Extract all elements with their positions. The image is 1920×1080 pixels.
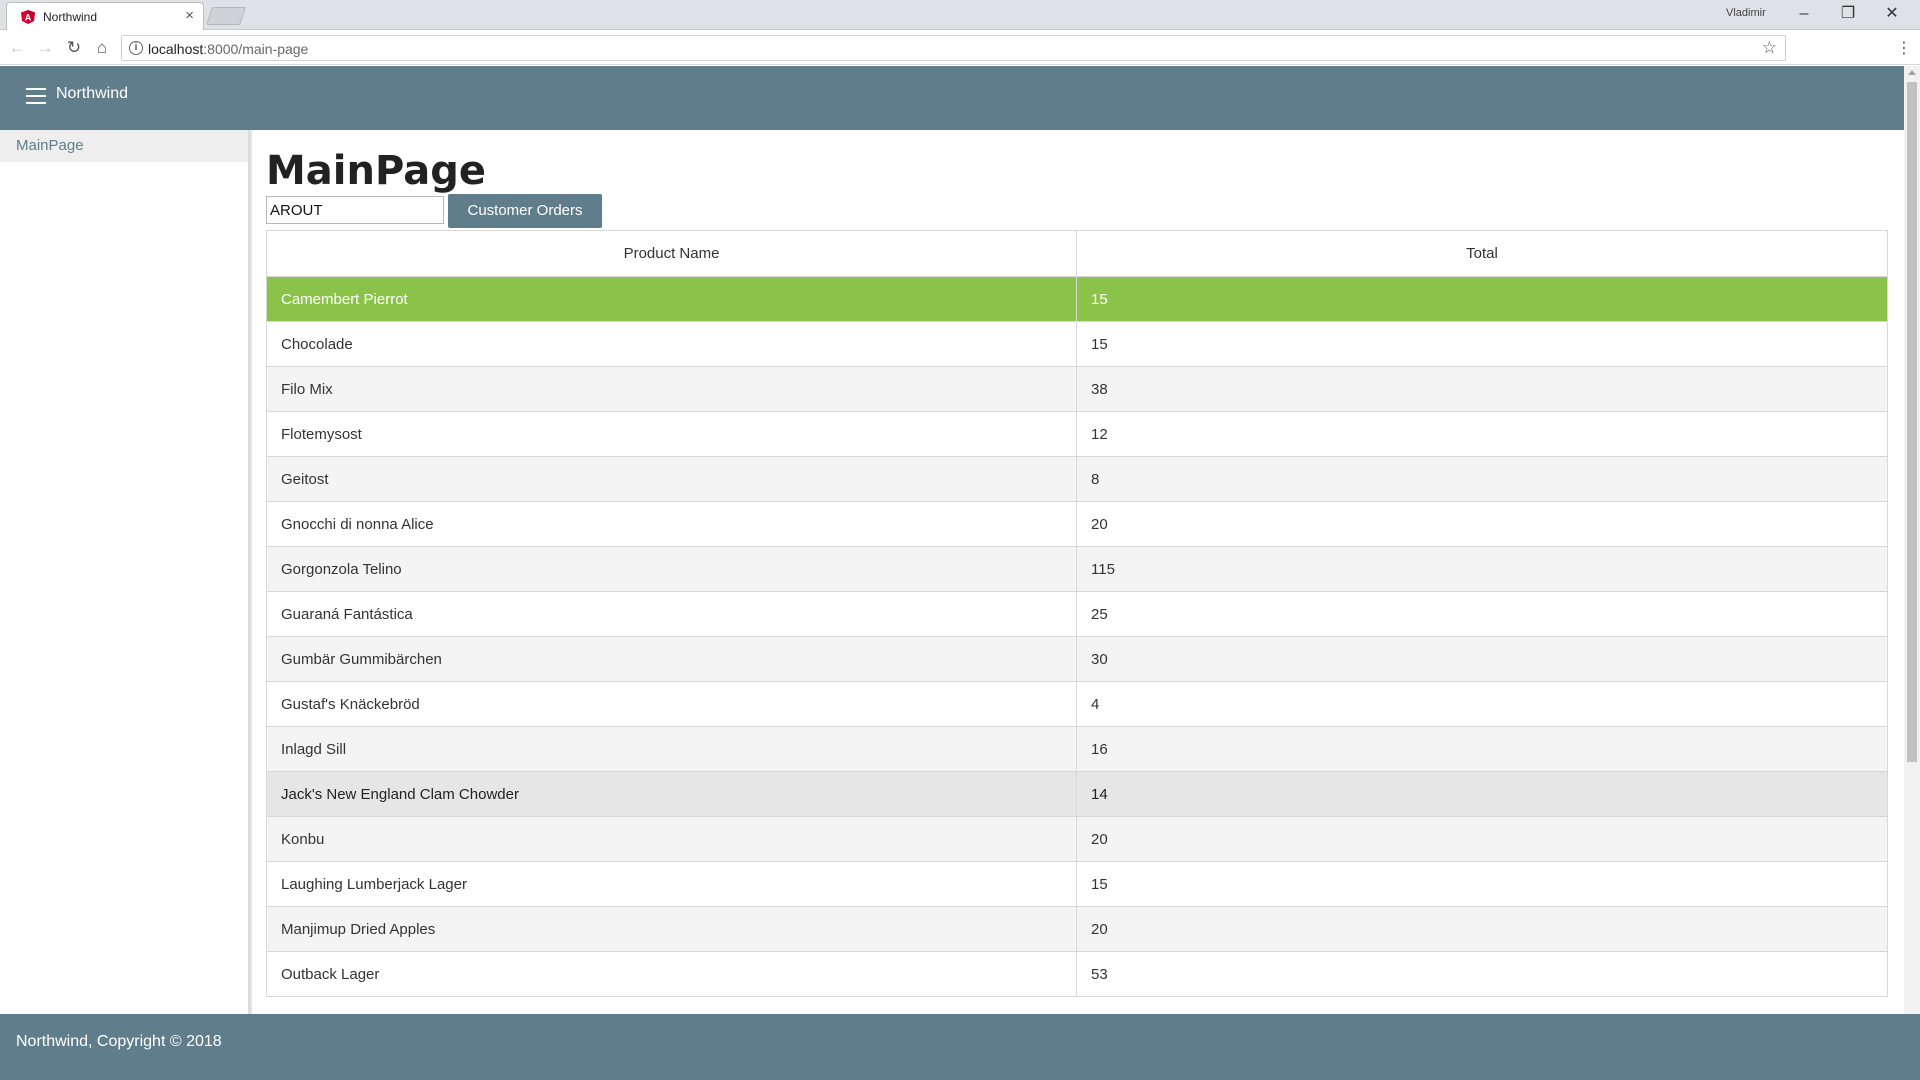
table-row[interactable]: Camembert Pierrot 15 [266, 276, 1888, 322]
url-host: localhost [148, 41, 204, 57]
bookmark-star-icon[interactable]: ☆ [1762, 38, 1777, 58]
total-cell: 20 [1076, 906, 1888, 952]
table-row[interactable]: Konbu 20 [266, 816, 1888, 862]
table-row[interactable]: Gumbär Gummibärchen 30 [266, 636, 1888, 682]
table-row[interactable]: Gustaf's Knäckebröd 4 [266, 681, 1888, 727]
restore-icon[interactable]: ❐ [1826, 2, 1870, 26]
table-row[interactable]: Chocolade 15 [266, 321, 1888, 367]
angular-favicon-icon: A [21, 10, 35, 24]
product-name-cell: Filo Mix [266, 366, 1077, 412]
total-cell: 53 [1076, 951, 1888, 997]
footer-copyright: Northwind, Copyright © 2018 [16, 1033, 222, 1050]
table-row[interactable]: Gorgonzola Telino 115 [266, 546, 1888, 592]
browser-menu-icon[interactable]: ⋮ [1896, 38, 1912, 58]
column-header-product-name[interactable]: Product Name [266, 230, 1077, 277]
site-info-icon[interactable]: i [129, 41, 143, 55]
product-name-cell: Jack's New England Clam Chowder [266, 771, 1077, 817]
main-content: MainPage Customer Orders Product Name To… [252, 130, 1904, 1014]
product-name-cell: Geitost [266, 456, 1077, 502]
orders-grid: Product Name Total Camembert Pierrot 15 C… [266, 230, 1888, 997]
browser-tab[interactable]: A Northwind × [6, 2, 204, 30]
total-cell: 115 [1076, 546, 1888, 592]
product-name-cell: Guaraná Fantástica [266, 591, 1077, 637]
grid-header-row: Product Name Total [266, 230, 1888, 277]
total-cell: 38 [1076, 366, 1888, 412]
url-text: localhost:8000/main-page [148, 41, 308, 57]
table-row[interactable]: Laughing Lumberjack Lager 15 [266, 861, 1888, 907]
product-name-cell: Camembert Pierrot [266, 276, 1077, 322]
total-cell: 15 [1076, 321, 1888, 367]
total-cell: 25 [1076, 591, 1888, 637]
url-path: :8000/main-page [203, 41, 309, 57]
customer-orders-button[interactable]: Customer Orders [448, 194, 602, 228]
minimize-icon[interactable]: – [1782, 2, 1826, 26]
app-footer: Northwind, Copyright © 2018 [0, 1014, 1920, 1080]
home-icon[interactable]: ⌂ [91, 37, 113, 59]
product-name-cell: Chocolade [266, 321, 1077, 367]
svg-text:A: A [25, 13, 32, 23]
sidebar-item-mainpage[interactable]: MainPage [0, 130, 248, 162]
table-row[interactable]: Manjimup Dried Apples 20 [266, 906, 1888, 952]
product-name-cell: Gumbär Gummibärchen [266, 636, 1077, 682]
total-cell: 20 [1076, 816, 1888, 862]
table-row[interactable]: Filo Mix 38 [266, 366, 1888, 412]
browser-tab-bar: A Northwind × Vladimir – ❐ ✕ [0, 0, 1920, 30]
back-icon[interactable]: ← [6, 37, 28, 59]
product-name-cell: Gnocchi di nonna Alice [266, 501, 1077, 547]
table-row[interactable]: Inlagd Sill 16 [266, 726, 1888, 772]
tab-title: Northwind [43, 10, 98, 24]
table-row[interactable]: Flotemysost 12 [266, 411, 1888, 457]
customer-id-input[interactable] [266, 196, 444, 224]
table-row[interactable]: Geitost 8 [266, 456, 1888, 502]
scrollbar-thumb[interactable] [1907, 82, 1917, 762]
total-cell: 4 [1076, 681, 1888, 727]
browser-toolbar: ← → ↻ ⌂ i localhost:8000/main-page ☆ ⋮ [0, 31, 1920, 65]
tab-close-icon[interactable]: × [185, 7, 194, 25]
product-name-cell: Flotemysost [266, 411, 1077, 457]
product-name-cell: Outback Lager [266, 951, 1077, 997]
product-name-cell: Gustaf's Knäckebröd [266, 681, 1077, 727]
scroll-up-arrow-icon[interactable] [1908, 70, 1916, 75]
total-cell: 15 [1076, 276, 1888, 322]
total-cell: 16 [1076, 726, 1888, 772]
address-bar[interactable]: i localhost:8000/main-page ☆ [121, 35, 1786, 61]
menu-hamburger-icon[interactable] [26, 88, 46, 104]
total-cell: 12 [1076, 411, 1888, 457]
app-brand[interactable]: Northwind [56, 85, 128, 103]
profile-name[interactable]: Vladimir [1726, 7, 1766, 19]
product-name-cell: Konbu [266, 816, 1077, 862]
table-row[interactable]: Outback Lager 53 [266, 951, 1888, 997]
total-cell: 8 [1076, 456, 1888, 502]
product-name-cell: Manjimup Dried Apples [266, 906, 1077, 952]
total-cell: 20 [1076, 501, 1888, 547]
product-name-cell: Gorgonzola Telino [266, 546, 1077, 592]
page-title: MainPage [266, 148, 486, 194]
total-cell: 30 [1076, 636, 1888, 682]
sidebar: MainPage [0, 130, 256, 1014]
page-scrollbar[interactable] [1904, 66, 1920, 1014]
product-name-cell: Laughing Lumberjack Lager [266, 861, 1077, 907]
product-name-cell: Inlagd Sill [266, 726, 1077, 772]
table-row[interactable]: Gnocchi di nonna Alice 20 [266, 501, 1888, 547]
app-header: Northwind [0, 66, 1904, 130]
table-row[interactable]: Jack's New England Clam Chowder 14 [266, 771, 1888, 817]
table-row[interactable]: Guaraná Fantástica 25 [266, 591, 1888, 637]
forward-icon[interactable]: → [34, 37, 56, 59]
total-cell: 14 [1076, 771, 1888, 817]
new-tab-button[interactable] [206, 7, 246, 25]
close-window-icon[interactable]: ✕ [1870, 2, 1914, 26]
reload-icon[interactable]: ↻ [63, 37, 85, 59]
column-header-total[interactable]: Total [1076, 230, 1888, 277]
total-cell: 15 [1076, 861, 1888, 907]
